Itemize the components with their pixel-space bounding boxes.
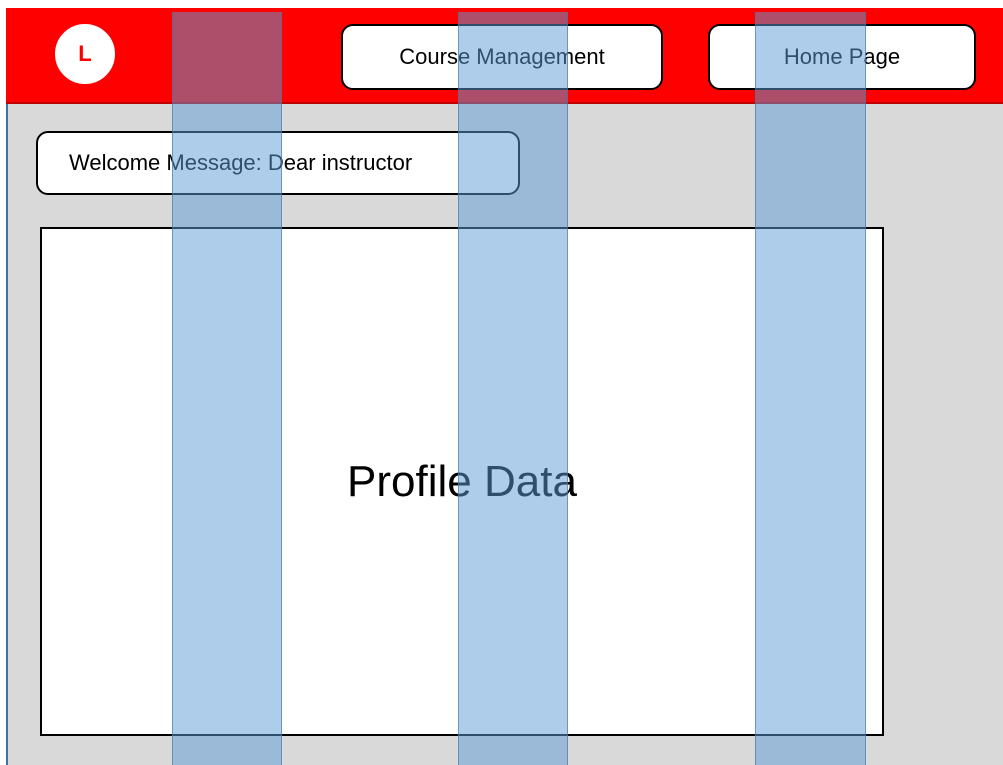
profile-data-label: Profile Data [347, 456, 577, 506]
page: L Course Management Home Page Welcome Me… [0, 0, 1003, 765]
course-management-button[interactable]: Course Management [341, 24, 663, 90]
logo-letter: L [78, 41, 92, 66]
course-management-label: Course Management [399, 44, 605, 69]
welcome-message-box: Welcome Message: Dear instructor [36, 131, 520, 195]
home-page-button[interactable]: Home Page [708, 24, 976, 90]
home-page-label: Home Page [783, 44, 901, 69]
welcome-message-text: Welcome Message: Dear instructor [69, 150, 413, 175]
logo[interactable]: L [55, 24, 115, 84]
profile-data-panel: Profile Data [40, 227, 884, 736]
header-bar: L Course Management Home Page [6, 8, 1003, 104]
